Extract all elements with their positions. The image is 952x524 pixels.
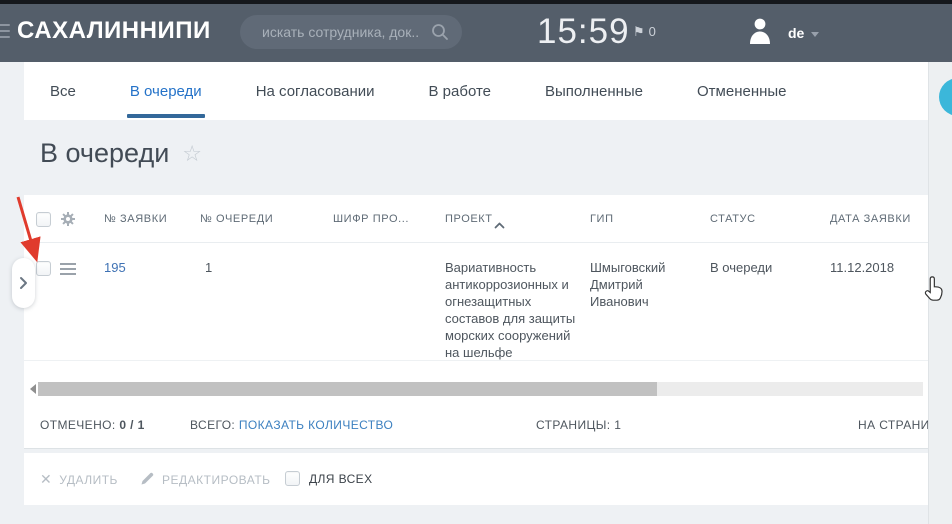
for-all-label: ДЛЯ ВСЕХ — [309, 472, 372, 486]
pages-value: 1 — [614, 418, 621, 432]
tab-all[interactable]: Все — [50, 62, 76, 120]
chevron-down-icon — [811, 32, 819, 37]
page-title: В очереди — [40, 138, 169, 169]
for-all-checkbox[interactable] — [285, 471, 300, 486]
flag-icon: ⚑ — [633, 24, 645, 39]
status-cell: В очереди — [710, 259, 810, 276]
checked-counter: ОТМЕЧЕНО: 0 / 1 — [40, 418, 145, 432]
app-header: САХАЛИННИПИ 15:59 ⚑0 de — [0, 4, 952, 62]
search-input[interactable] — [262, 15, 420, 49]
app-logo[interactable]: САХАЛИННИПИ — [17, 17, 211, 45]
show-count-link[interactable]: ПОКАЗАТЬ КОЛИЧЕСТВО — [239, 418, 393, 432]
tab-in-queue[interactable]: В очереди — [130, 62, 202, 120]
page-title-row: В очереди ☆ — [40, 133, 202, 173]
notifications-flag[interactable]: ⚑0 — [633, 24, 656, 40]
pages-counter: СТРАНИЦЫ: 1 — [536, 418, 621, 432]
scrollbar-track[interactable] — [38, 382, 923, 396]
favorite-star-icon[interactable]: ☆ — [182, 141, 202, 167]
column-header-cipher[interactable]: ШИФР ПРО... — [333, 213, 409, 225]
queue-number-cell: 1 — [205, 259, 212, 276]
scrollbar-thumb[interactable] — [38, 382, 657, 396]
search-icon[interactable] — [431, 23, 449, 46]
column-header-gip[interactable]: ГИП — [590, 213, 614, 225]
right-gutter — [928, 62, 952, 524]
gip-cell: Шмыговский Дмитрий Иванович — [590, 259, 702, 310]
user-menu[interactable]: de — [748, 16, 819, 50]
request-number-link[interactable]: 195 — [104, 259, 126, 276]
for-all-control: ДЛЯ ВСЕХ — [285, 471, 372, 486]
flag-count: 0 — [649, 24, 656, 39]
edit-pencil-icon — [140, 471, 155, 489]
header-clock[interactable]: 15:59 — [537, 12, 647, 52]
grid-footer: ОТМЕЧЕНО: 0 / 1 ВСЕГО: ПОКАЗАТЬ КОЛИЧЕСТ… — [24, 400, 928, 449]
content-edge-divider — [928, 62, 929, 524]
screen: САХАЛИННИПИ 15:59 ⚑0 de Все В очереди На… — [0, 0, 952, 524]
hamburger-menu-icon[interactable] — [0, 24, 10, 42]
delete-x-icon: ✕ — [40, 471, 52, 488]
scroll-left-arrow[interactable] — [27, 382, 38, 395]
filter-tabs: Все В очереди На согласовании В работе В… — [24, 62, 928, 120]
requests-grid: № ЗАЯВКИ № ОЧЕРЕДИ ШИФР ПРО... ПРОЕКТ ГИ… — [24, 195, 928, 400]
date-cell: 11.12.2018 — [830, 259, 894, 276]
tab-on-approval[interactable]: На согласовании — [256, 62, 375, 120]
horizontal-scrollbar — [24, 377, 928, 400]
grid-header-row: № ЗАЯВКИ № ОЧЕРЕДИ ШИФР ПРО... ПРОЕКТ ГИ… — [24, 195, 928, 243]
row-actions-menu-icon[interactable] — [60, 263, 76, 278]
user-name: de — [788, 25, 804, 41]
column-header-project[interactable]: ПРОЕКТ — [445, 213, 493, 225]
group-actions-bar: ✕ УДАЛИТЬ РЕДАКТИРОВАТЬ ДЛЯ ВСЕХ — [24, 453, 928, 505]
select-all-checkbox[interactable] — [36, 212, 51, 227]
sort-asc-icon — [494, 216, 505, 234]
project-cell: Вариативность антикоррозионных и огнезащ… — [445, 259, 587, 361]
tab-in-progress[interactable]: В работе — [429, 62, 492, 120]
column-header-status[interactable]: СТАТУС — [710, 213, 756, 225]
global-search — [240, 15, 462, 49]
table-row: 195 1 Вариативность антикоррозионных и о… — [24, 243, 928, 361]
avatar-icon — [748, 16, 772, 51]
column-header-date[interactable]: ДАТА ЗАЯВКИ — [830, 213, 911, 225]
tab-completed[interactable]: Выполненные — [545, 62, 643, 120]
expand-panel-button[interactable] — [12, 258, 35, 308]
per-page-label: НА СТРАНИЦ — [858, 418, 928, 432]
total-counter: ВСЕГО: ПОКАЗАТЬ КОЛИЧЕСТВО — [190, 418, 393, 432]
tab-cancelled[interactable]: Отмененные — [697, 62, 787, 120]
grid-settings-gear-icon[interactable] — [60, 211, 76, 232]
column-header-request-no[interactable]: № ЗАЯВКИ — [104, 213, 167, 225]
edit-button[interactable]: РЕДАКТИРОВАТЬ — [140, 471, 271, 489]
column-header-queue-no[interactable]: № ОЧЕРЕДИ — [200, 213, 273, 225]
row-checkbox[interactable] — [36, 261, 51, 276]
checked-value: 0 / 1 — [119, 418, 144, 432]
delete-button[interactable]: ✕ УДАЛИТЬ — [40, 471, 118, 488]
